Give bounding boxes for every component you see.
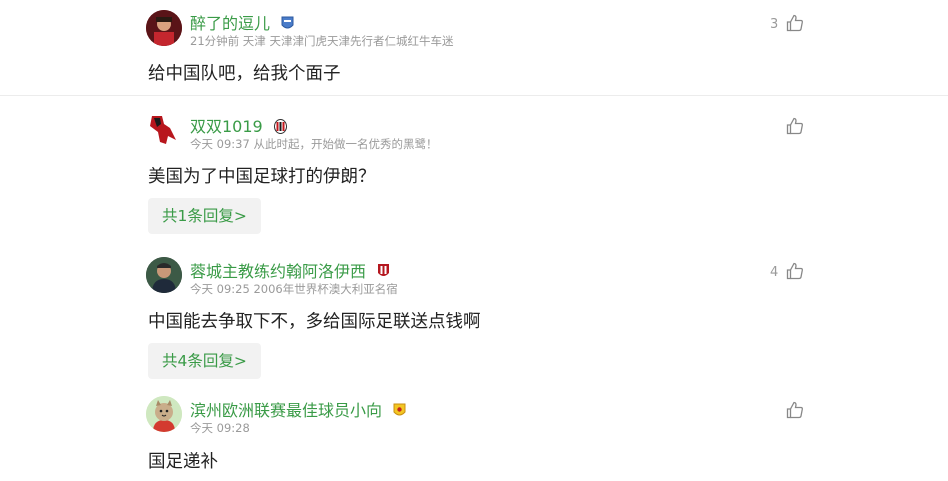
comment-meta: 今天 09:28 bbox=[190, 421, 250, 435]
avatar[interactable] bbox=[146, 10, 182, 46]
like-icon[interactable] bbox=[786, 117, 804, 135]
like-icon[interactable] bbox=[786, 14, 804, 32]
comment-item: 蓉城主教练约翰阿洛伊西 今天 09:25 2006年世界杯澳大利亚名宿 中国能去… bbox=[0, 241, 948, 386]
comment-text: 给中国队吧，给我个面子 bbox=[148, 64, 341, 84]
comment-item: 滨州欧洲联赛最佳球员小向 今天 09:28 国足递补 bbox=[0, 386, 948, 481]
username[interactable]: 双双1019 bbox=[190, 113, 287, 138]
comment-item: 双双1019 今天 09:37 从此时起，开始做一名优秀的黑鹭！ 美国为了中国足… bbox=[0, 96, 948, 241]
avatar[interactable] bbox=[146, 257, 182, 293]
view-replies-button[interactable]: 共4条回复> bbox=[148, 343, 261, 379]
comment-item: 醉了的逗儿 21分钟前 天津 天津津门虎天津先行者仁城红牛车迷 给中国队吧，给我… bbox=[0, 0, 948, 95]
like-count: 4 bbox=[770, 265, 779, 280]
comment-meta: 21分钟前 天津 天津津门虎天津先行者仁城红牛车迷 bbox=[190, 34, 454, 48]
avatar[interactable] bbox=[146, 396, 182, 432]
username[interactable]: 滨州欧洲联赛最佳球员小向 bbox=[190, 397, 406, 422]
chengdu-rongcheng-badge-icon bbox=[377, 263, 390, 283]
comment-text: 中国能去争取下不，多给国际足联送点钱啊 bbox=[148, 312, 481, 332]
view-replies-button[interactable]: 共1条回复> bbox=[148, 198, 261, 234]
comment-meta: 今天 09:25 2006年世界杯澳大利亚名宿 bbox=[190, 282, 398, 296]
comment-text: 国足递补 bbox=[148, 452, 218, 472]
like-icon[interactable] bbox=[786, 262, 804, 280]
username[interactable]: 醉了的逗儿 bbox=[190, 10, 294, 35]
username[interactable]: 蓉城主教练约翰阿洛伊西 bbox=[190, 258, 390, 283]
comment-text: 美国为了中国足球打的伊朗？ bbox=[148, 167, 376, 187]
club-badge-icon bbox=[393, 403, 406, 422]
like-icon[interactable] bbox=[786, 401, 804, 419]
avatar[interactable] bbox=[146, 112, 182, 148]
like-count: 3 bbox=[770, 17, 779, 32]
comment-meta: 今天 09:37 从此时起，开始做一名优秀的黑鹭！ bbox=[190, 137, 438, 151]
